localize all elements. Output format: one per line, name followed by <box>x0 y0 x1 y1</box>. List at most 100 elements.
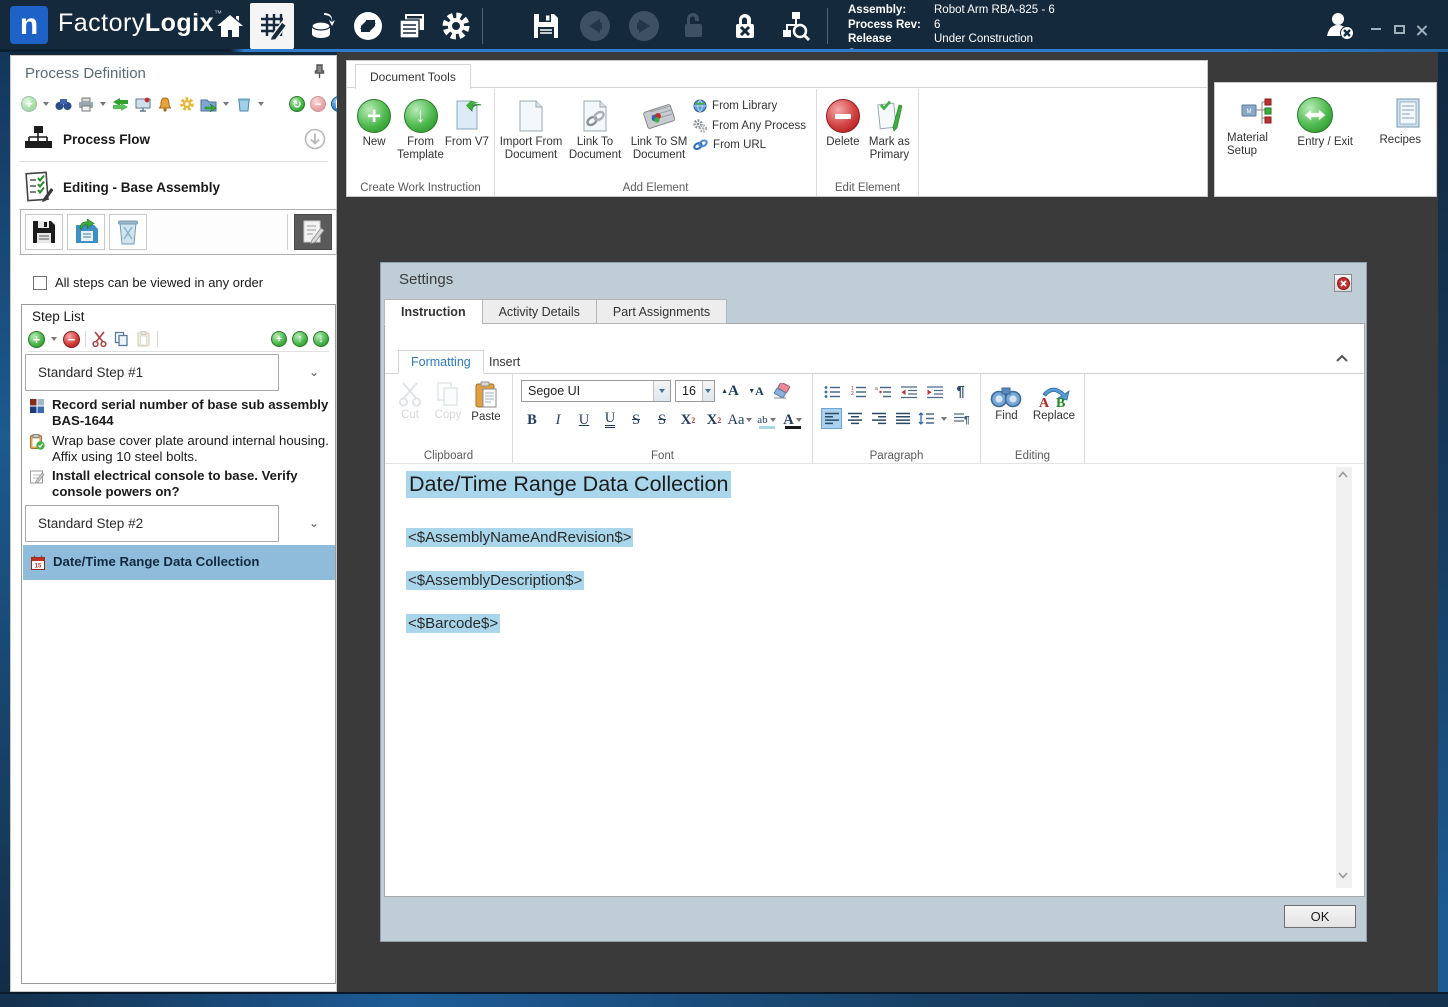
grow-font-button[interactable]: ▲ A <box>719 380 741 402</box>
double-underline-button[interactable]: U <box>599 409 621 431</box>
justify-icon[interactable] <box>893 408 914 429</box>
align-left-icon[interactable] <box>821 408 842 429</box>
move-down-icon[interactable]: ↓ <box>313 331 329 347</box>
mark-as-primary-button[interactable]: Mark as Primary <box>865 95 914 162</box>
step-activity-row[interactable]: Install electrical console to base. Veri… <box>25 468 333 500</box>
reports-icon[interactable] <box>390 3 434 49</box>
delete-document-button[interactable] <box>109 214 147 250</box>
from-any-process-item[interactable]: From Any Process <box>693 119 806 133</box>
strikethrough-button[interactable]: S <box>625 409 647 431</box>
line-spacing-caret[interactable] <box>941 416 948 421</box>
insert-substep-icon[interactable]: + <box>271 331 287 347</box>
save-icon[interactable] <box>524 3 568 49</box>
dialog-close-button[interactable] <box>1334 274 1352 292</box>
add-step-caret[interactable] <box>51 337 57 341</box>
align-center-icon[interactable] <box>845 408 866 429</box>
order-checkbox[interactable] <box>33 275 47 290</box>
minimize-button[interactable] <box>1366 20 1386 38</box>
document-token-line[interactable]: <$AssemblyNameAndRevision$> <box>406 528 634 547</box>
step-header[interactable]: Standard Step #2 <box>25 505 279 542</box>
add-step-icon[interactable]: + <box>28 330 45 348</box>
material-setup-button[interactable]: M Material Setup <box>1227 93 1287 196</box>
ok-button[interactable]: OK <box>1284 905 1356 928</box>
font-color-button[interactable]: A <box>782 409 804 431</box>
tab-formatting[interactable]: Formatting <box>398 350 484 374</box>
subscript-button[interactable]: X2 <box>703 409 725 431</box>
document-token-line[interactable]: <$Barcode$> <box>406 614 501 633</box>
export-dropdown-caret[interactable] <box>223 102 229 106</box>
process-search-icon[interactable] <box>774 3 818 49</box>
chevron-down-icon[interactable]: ⌄ <box>309 516 323 530</box>
trash-dropdown-caret[interactable] <box>258 102 264 106</box>
copy-step-icon[interactable] <box>113 331 130 348</box>
step-header[interactable]: Standard Step #1 <box>25 354 279 391</box>
instruction-document[interactable]: Date/Time Range Data Collection <$Assemb… <box>385 465 1364 896</box>
import-from-document-button[interactable]: Import From Document <box>499 95 563 162</box>
settings-gear-icon[interactable] <box>434 3 478 49</box>
link-to-document-button[interactable]: Link To Document <box>563 95 627 162</box>
add-dropdown-caret[interactable] <box>43 102 49 106</box>
from-url-item[interactable]: From URL <box>693 139 806 151</box>
font-size-select[interactable]: 16 <box>675 380 715 402</box>
print-dropdown-caret[interactable] <box>100 102 106 106</box>
tab-activity-details[interactable]: Activity Details <box>481 299 596 324</box>
move-up-icon[interactable]: ↑ <box>292 331 308 347</box>
unlock-icon[interactable] <box>671 3 715 49</box>
align-right-icon[interactable] <box>869 408 890 429</box>
gear-orange-icon[interactable] <box>178 96 195 113</box>
export-folder-icon[interactable] <box>200 96 217 113</box>
increase-indent-icon[interactable] <box>924 381 947 402</box>
save-document-button[interactable] <box>25 214 63 250</box>
bullet-list-icon[interactable] <box>821 381 844 402</box>
pin-icon[interactable] <box>313 64 326 79</box>
lock-close-icon[interactable] <box>723 3 767 49</box>
bell-icon[interactable] <box>156 96 173 113</box>
add-icon[interactable]: + <box>21 96 37 112</box>
document-token-line[interactable]: <$AssemblyDescription$> <box>406 571 585 590</box>
shrink-font-button[interactable]: ▼ A <box>745 380 767 402</box>
pilcrow-icon[interactable]: ¶ <box>949 381 972 402</box>
italic-button[interactable]: I <box>547 409 569 431</box>
from-library-item[interactable]: From Library <box>693 99 806 113</box>
decrease-indent-icon[interactable] <box>898 381 921 402</box>
line-spacing-icon[interactable] <box>916 408 937 429</box>
from-template-button[interactable]: ↓ From Template <box>397 95 444 162</box>
double-strikethrough-button[interactable]: S <box>651 409 673 431</box>
sync-process-icon[interactable] <box>112 96 129 113</box>
process-definition-icon[interactable] <box>250 3 294 49</box>
step-activity-row[interactable]: Wrap base cover plate around internal ho… <box>25 433 333 465</box>
font-family-select[interactable]: Segoe UI <box>521 380 671 402</box>
logout-user-icon[interactable] <box>1320 3 1360 49</box>
print-icon[interactable] <box>77 96 94 113</box>
refresh-icon[interactable]: ↻ <box>289 96 305 112</box>
from-v7-button[interactable]: From V7 <box>444 95 490 149</box>
bold-button[interactable]: B <box>521 409 543 431</box>
paste-step-icon[interactable] <box>135 331 152 348</box>
undo-icon[interactable] <box>573 3 617 49</box>
delete-element-button[interactable]: Delete <box>821 95 865 149</box>
document-heading[interactable]: Date/Time Range Data Collection <box>406 471 732 498</box>
cut-button[interactable]: Cut <box>393 378 427 423</box>
change-case-button[interactable]: Aa <box>728 409 753 431</box>
underline-button[interactable]: U <box>573 409 595 431</box>
recipes-button[interactable]: Recipes <box>1380 93 1437 196</box>
clear-formatting-icon[interactable] <box>771 380 793 402</box>
paragraph-direction-icon[interactable]: ¶ <box>951 408 972 429</box>
scroll-up-icon[interactable] <box>1338 471 1350 485</box>
tab-document-tools[interactable]: Document Tools <box>355 64 471 89</box>
superscript-button[interactable]: X2 <box>677 409 699 431</box>
production-icon[interactable] <box>300 3 344 49</box>
trash-blue-icon[interactable] <box>235 96 252 113</box>
chevron-down-icon[interactable]: ⌄ <box>309 365 323 379</box>
tab-insert[interactable]: Insert <box>477 350 532 374</box>
entry-exit-button[interactable]: Entry / Exit <box>1297 93 1369 196</box>
collapse-ribbon-icon[interactable] <box>1336 354 1348 362</box>
step-activity-row-selected[interactable]: 15 Date/Time Range Data Collection <box>23 545 335 580</box>
remove-step-icon[interactable]: − <box>63 330 80 348</box>
new-instruction-button[interactable]: + New <box>351 95 397 149</box>
home-icon[interactable] <box>208 3 252 49</box>
tab-instruction[interactable]: Instruction <box>384 299 482 325</box>
redo-icon[interactable] <box>622 3 666 49</box>
maximize-button[interactable] <box>1389 20 1409 38</box>
binoculars-icon[interactable] <box>55 96 72 113</box>
